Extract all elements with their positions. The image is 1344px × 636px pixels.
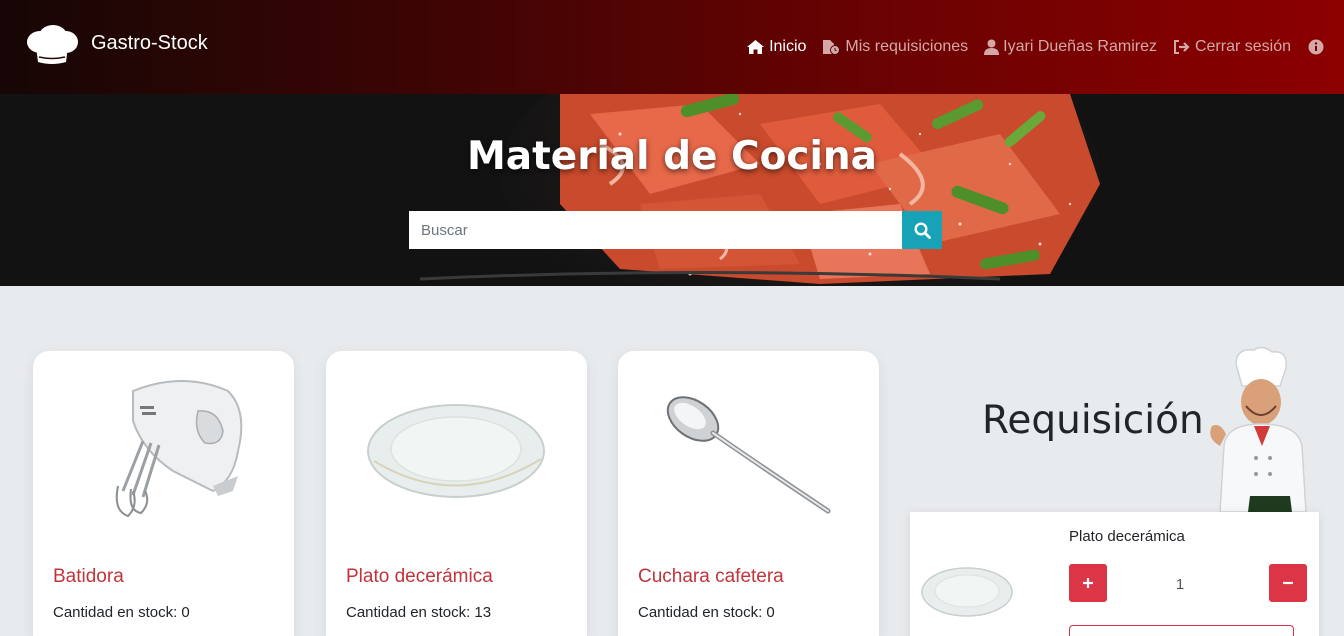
plate-image <box>367 404 545 498</box>
requisition-title: Requisición <box>982 398 1204 443</box>
plus-icon <box>1083 578 1093 588</box>
plate-thumbnail <box>921 567 1013 617</box>
search-icon <box>913 221 931 239</box>
requisition-item-name: Plato decerámica <box>1069 528 1185 545</box>
brand[interactable]: Gastro-Stock <box>26 24 208 66</box>
chef-hat-icon <box>27 25 78 64</box>
product-name[interactable]: Batidora <box>53 566 124 588</box>
search-button[interactable] <box>902 211 942 249</box>
chef-illustration <box>1210 346 1307 512</box>
info-icon <box>1308 39 1324 55</box>
product-stock: Cantidad en stock: 0 <box>53 604 190 621</box>
search-input[interactable] <box>409 211 902 249</box>
product-stock: Cantidad en stock: 13 <box>346 604 492 621</box>
search-bar <box>409 211 942 249</box>
requisition-action-button[interactable] <box>1069 625 1294 636</box>
nav-logout-label: Cerrar sesión <box>1194 38 1291 55</box>
spoon-image <box>666 396 831 514</box>
nav-requisitions-label: Mis requisiciones <box>845 38 969 55</box>
product-card[interactable]: Cuchara cafetera Cantidad en stock: 0 <box>618 351 879 636</box>
nav-home-link[interactable]: Inicio <box>746 38 806 56</box>
product-stock: Cantidad en stock: 0 <box>638 604 775 621</box>
mixer-image <box>115 380 243 518</box>
decrease-quantity-button[interactable] <box>1269 564 1307 602</box>
increase-quantity-button[interactable] <box>1069 564 1107 602</box>
page-title: Material de Cocina <box>466 134 877 179</box>
nav-home-label: Inicio <box>769 38 807 55</box>
nav-logout-link[interactable]: Cerrar sesión <box>1173 38 1291 56</box>
nav-user-label: Iyari Dueñas Ramirez <box>1003 38 1157 55</box>
file-clock-icon <box>823 40 841 55</box>
hero-banner: Material de Cocina <box>0 94 1344 286</box>
product-card[interactable]: Plato decerámica Cantidad en stock: 13 <box>326 351 587 636</box>
nav-links: Inicio Mis requisiciones Iyari Dueñas Ra… <box>730 36 1328 58</box>
product-card[interactable]: Batidora Cantidad en stock: 0 <box>33 351 294 636</box>
brand-name: Gastro-Stock <box>91 31 208 54</box>
logout-icon <box>1173 40 1190 54</box>
nav-requisitions-link[interactable]: Mis requisiciones <box>822 38 968 56</box>
minus-icon <box>1283 581 1293 585</box>
product-name[interactable]: Cuchara cafetera <box>638 566 784 588</box>
home-icon <box>747 40 765 54</box>
quantity-value: 1 <box>1175 576 1185 593</box>
info-link[interactable] <box>1308 39 1328 55</box>
hero-food-background <box>0 94 1344 286</box>
nav-user-link[interactable]: Iyari Dueñas Ramirez <box>984 38 1157 56</box>
user-icon <box>984 39 1000 55</box>
navbar: Gastro-Stock Inicio Mis requisiciones Iy… <box>0 0 1344 94</box>
product-name[interactable]: Plato decerámica <box>346 566 493 588</box>
requisition-item: Plato decerámica 1 <box>910 512 1319 636</box>
